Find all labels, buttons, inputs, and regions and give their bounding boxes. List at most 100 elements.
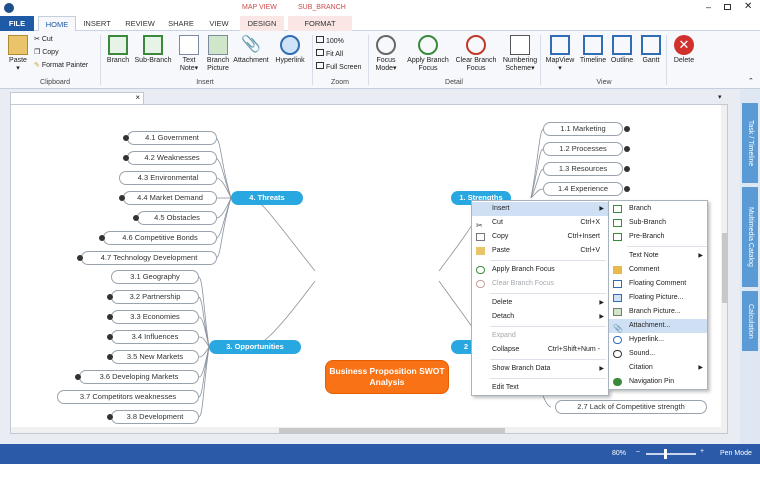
zoom-slider[interactable] — [646, 449, 696, 459]
tab-view[interactable]: VIEW — [202, 16, 236, 31]
collapse-ribbon-icon[interactable]: ⌃ — [748, 77, 754, 85]
full-screen-button[interactable]: Full Screen — [316, 62, 361, 72]
menu-item-collapse[interactable]: Collapse Ctrl+Shift+Num - — [472, 343, 608, 357]
collapse-dot[interactable] — [133, 215, 139, 221]
gantt-button[interactable]: Gantt — [638, 35, 664, 65]
collapse-dot[interactable] — [99, 235, 105, 241]
submenu-citation[interactable]: Citation ▶ — [609, 361, 707, 375]
horizontal-scrollbar[interactable] — [11, 427, 727, 433]
document-tab[interactable]: × — [10, 92, 144, 104]
collapse-dot[interactable] — [75, 374, 81, 380]
menu-item-expand[interactable]: Expand — [472, 329, 608, 343]
collapse-dot[interactable] — [123, 155, 129, 161]
timeline-button[interactable]: Timeline — [578, 35, 608, 65]
tab-design[interactable]: DESIGN — [240, 16, 284, 31]
tab-share[interactable]: SHARE — [164, 16, 198, 31]
submenu-hyperlink[interactable]: Hyperlink... — [609, 333, 707, 347]
subtopic-4-4[interactable]: 4.4 Market Demand — [123, 191, 217, 205]
tab-review[interactable]: REVIEW — [120, 16, 160, 31]
submenu-attachment[interactable]: 📎 Attachment... — [609, 319, 707, 333]
text-note-button[interactable]: Text Note▾ — [176, 35, 202, 73]
submenu-navigation-pin[interactable]: Navigation Pin — [609, 375, 707, 389]
menu-item-delete[interactable]: Delete ▶ — [472, 296, 608, 310]
collapse-dot[interactable] — [624, 146, 630, 152]
collapse-dot[interactable] — [624, 126, 630, 132]
paste-button[interactable]: Paste ▾ — [4, 35, 32, 73]
submenu-pre-branch[interactable]: Pre-Branch — [609, 230, 707, 244]
hyperlink-button[interactable]: Hyperlink — [272, 35, 308, 65]
menu-item-paste[interactable]: Paste Ctrl+V — [472, 244, 608, 258]
menu-item-edit-text[interactable]: Edit Text — [472, 381, 608, 395]
submenu-comment[interactable]: Comment — [609, 263, 707, 277]
subtopic-3-5[interactable]: 3.5 New Markets — [111, 350, 199, 364]
subtopic-3-1[interactable]: 3.1 Geography — [111, 270, 199, 284]
subtopic-4-1[interactable]: 4.1 Government — [127, 131, 217, 145]
tab-scroll-icon[interactable]: ▾ — [718, 93, 722, 101]
subtopic-1-3[interactable]: 1.3 Resources — [543, 162, 623, 176]
tab-insert[interactable]: INSERT — [80, 16, 114, 31]
tab-home[interactable]: HOME — [38, 16, 76, 31]
subtopic-3-7[interactable]: 3.7 Competitors weaknesses — [57, 390, 199, 404]
pen-mode-label[interactable]: Pen Mode — [720, 450, 752, 457]
collapse-dot[interactable] — [624, 186, 630, 192]
central-topic[interactable]: Business Proposition SWOT Analysis — [325, 360, 449, 394]
subtopic-3-4[interactable]: 3.4 Influences — [111, 330, 199, 344]
zoom-100-button[interactable]: 100% — [316, 36, 344, 46]
vertical-scroll-thumb[interactable] — [722, 233, 727, 303]
collapse-dot[interactable] — [123, 135, 129, 141]
branch-button[interactable]: Branch — [104, 35, 132, 65]
submenu-branch[interactable]: Branch — [609, 202, 707, 216]
menu-item-apply-focus[interactable]: Apply Branch Focus — [472, 263, 608, 277]
menu-item-insert[interactable]: Insert ▶ — [472, 202, 608, 216]
maximize-icon[interactable] — [724, 4, 731, 10]
main-topic-opportunities[interactable]: 3. Opportunities — [209, 340, 301, 354]
delete-button[interactable]: ✕ Delete — [670, 35, 698, 65]
subtopic-1-4[interactable]: 1.4 Experience — [543, 182, 623, 196]
collapse-dot[interactable] — [107, 354, 113, 360]
collapse-dot[interactable] — [77, 255, 83, 261]
collapse-dot[interactable] — [119, 195, 125, 201]
menu-item-detach[interactable]: Detach ▶ — [472, 310, 608, 324]
zoom-slider-thumb[interactable] — [664, 449, 667, 459]
subtopic-3-6[interactable]: 3.6 Developing Markets — [79, 370, 199, 384]
tab-format[interactable]: FORMAT — [288, 16, 352, 31]
main-topic-threats[interactable]: 4. Threats — [231, 191, 303, 205]
collapse-dot[interactable] — [107, 414, 113, 420]
cut-button[interactable]: ✂ Cut — [34, 36, 53, 44]
submenu-floating-comment[interactable]: Floating Comment — [609, 277, 707, 291]
clear-branch-focus-button[interactable]: Clear Branch Focus — [452, 35, 500, 73]
menu-item-show-branch-data[interactable]: Show Branch Data ▶ — [472, 362, 608, 376]
subtopic-3-8[interactable]: 3.8 Development — [111, 410, 199, 424]
menu-item-copy[interactable]: Copy Ctrl+Insert — [472, 230, 608, 244]
focus-mode-button[interactable]: Focus Mode▾ — [372, 35, 400, 73]
subtopic-4-2[interactable]: 4.2 Weaknesses — [127, 151, 217, 165]
branch-picture-button[interactable]: Branch Picture — [204, 35, 232, 73]
subtopic-3-3[interactable]: 3.3 Economies — [111, 310, 199, 324]
apply-branch-focus-button[interactable]: Apply Branch Focus — [404, 35, 452, 73]
zoom-in-icon[interactable]: + — [700, 448, 704, 455]
mapview-button[interactable]: MapView ▾ — [544, 35, 576, 73]
zoom-out-icon[interactable]: – — [636, 448, 640, 455]
attachment-button[interactable]: 📎 Attachment — [232, 35, 270, 65]
submenu-branch-picture[interactable]: Branch Picture... — [609, 305, 707, 319]
subtopic-2-7[interactable]: 2.7 Lack of Competitive strength — [555, 400, 707, 414]
copy-button[interactable]: ❐ Copy — [34, 49, 59, 57]
subtopic-4-7[interactable]: 4.7 Technology Development — [81, 251, 217, 265]
subtopic-1-2[interactable]: 1.2 Processes — [543, 142, 623, 156]
sub-branch-button[interactable]: Sub-Branch — [134, 35, 172, 65]
subtopic-4-5[interactable]: 4.5 Obstacles — [137, 211, 217, 225]
submenu-sound[interactable]: Sound... — [609, 347, 707, 361]
submenu-text-note[interactable]: Text Note ▶ — [609, 249, 707, 263]
collapse-dot[interactable] — [107, 294, 113, 300]
subtopic-4-6[interactable]: 4.6 Competitive Bonds — [103, 231, 217, 245]
close-window-icon[interactable]: ✕ — [744, 1, 752, 12]
format-painter-button[interactable]: ✎ Format Painter — [34, 62, 88, 70]
collapse-dot[interactable] — [107, 334, 113, 340]
minimize-icon[interactable]: – — [706, 2, 711, 12]
fit-all-button[interactable]: Fit All — [316, 49, 343, 59]
subtopic-4-3[interactable]: 4.3 Environmental — [119, 171, 217, 185]
vertical-scrollbar[interactable] — [721, 105, 727, 427]
tab-file[interactable]: FILE — [0, 16, 34, 31]
subtopic-1-1[interactable]: 1.1 Marketing — [543, 122, 623, 136]
menu-item-clear-focus[interactable]: Clear Branch Focus — [472, 277, 608, 291]
